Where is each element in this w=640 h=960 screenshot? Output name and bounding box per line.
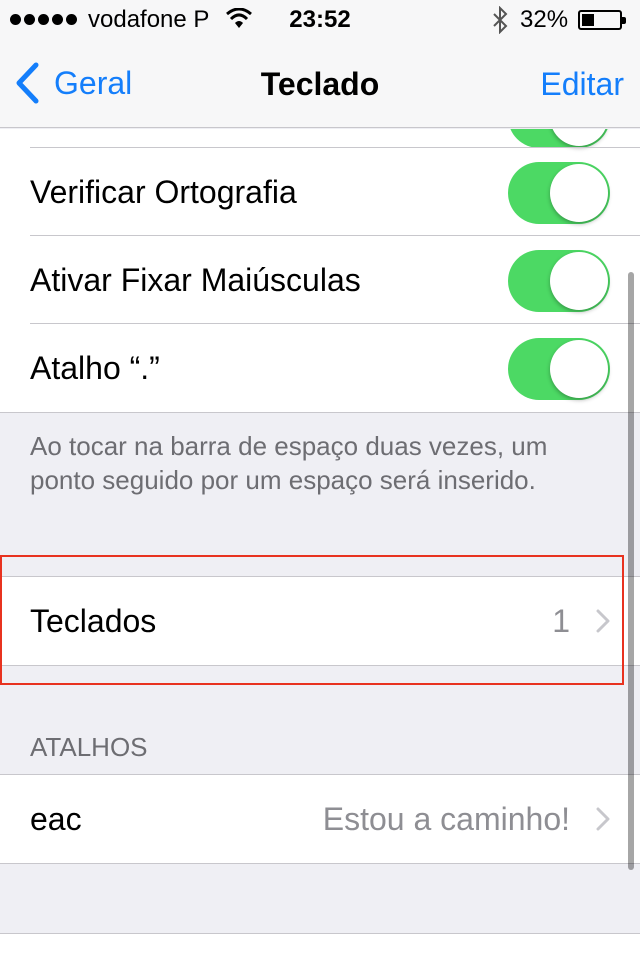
next-group-edge <box>0 933 640 960</box>
battery-percent: 32% <box>520 6 569 33</box>
keyboard-toggles-group: Verificar Ortografia Ativar Fixar Maiúsc… <box>0 129 640 413</box>
shortcut-row[interactable]: eac Estou a caminho! <box>0 775 640 863</box>
navigation-bar: Geral Teclado Editar <box>0 40 640 128</box>
period-shortcut-toggle[interactable] <box>508 338 610 400</box>
settings-list[interactable]: Verificar Ortografia Ativar Fixar Maiúsc… <box>0 129 640 960</box>
spellcheck-toggle[interactable] <box>508 162 610 224</box>
period-shortcut-row: Atalho “.” <box>0 324 640 412</box>
shortcut-abbreviation: eac <box>30 800 82 837</box>
chevron-right-icon <box>596 609 610 633</box>
chevron-right-icon <box>596 807 610 831</box>
spellcheck-label: Verificar Ortografia <box>30 173 297 210</box>
shortcut-phrase: Estou a caminho! <box>322 800 570 837</box>
caps-lock-label: Ativar Fixar Maiúsculas <box>30 261 361 298</box>
keyboards-row[interactable]: Teclados 1 <box>0 577 640 665</box>
keyboards-group: Teclados 1 <box>0 576 640 666</box>
period-shortcut-footer: Ao tocar na barra de espaço duas vezes, … <box>30 431 548 495</box>
period-shortcut-label: Atalho “.” <box>30 349 160 386</box>
caps-lock-row: Ativar Fixar Maiúsculas <box>0 236 640 324</box>
partial-toggle-row <box>0 129 640 148</box>
shortcuts-section-header: ATALHOS <box>30 732 148 762</box>
scroll-indicator[interactable] <box>628 272 634 870</box>
shortcuts-group: eac Estou a caminho! <box>0 774 640 864</box>
edit-button[interactable]: Editar <box>540 66 624 103</box>
partial-toggle-switch[interactable] <box>508 129 610 148</box>
keyboards-count: 1 <box>552 602 570 639</box>
bluetooth-icon <box>493 6 508 34</box>
battery-icon <box>578 10 626 30</box>
spellcheck-row: Verificar Ortografia <box>0 148 640 236</box>
status-bar: vodafone P 23:52 32% <box>0 0 640 40</box>
keyboards-label: Teclados <box>30 602 157 639</box>
caps-lock-toggle[interactable] <box>508 250 610 312</box>
